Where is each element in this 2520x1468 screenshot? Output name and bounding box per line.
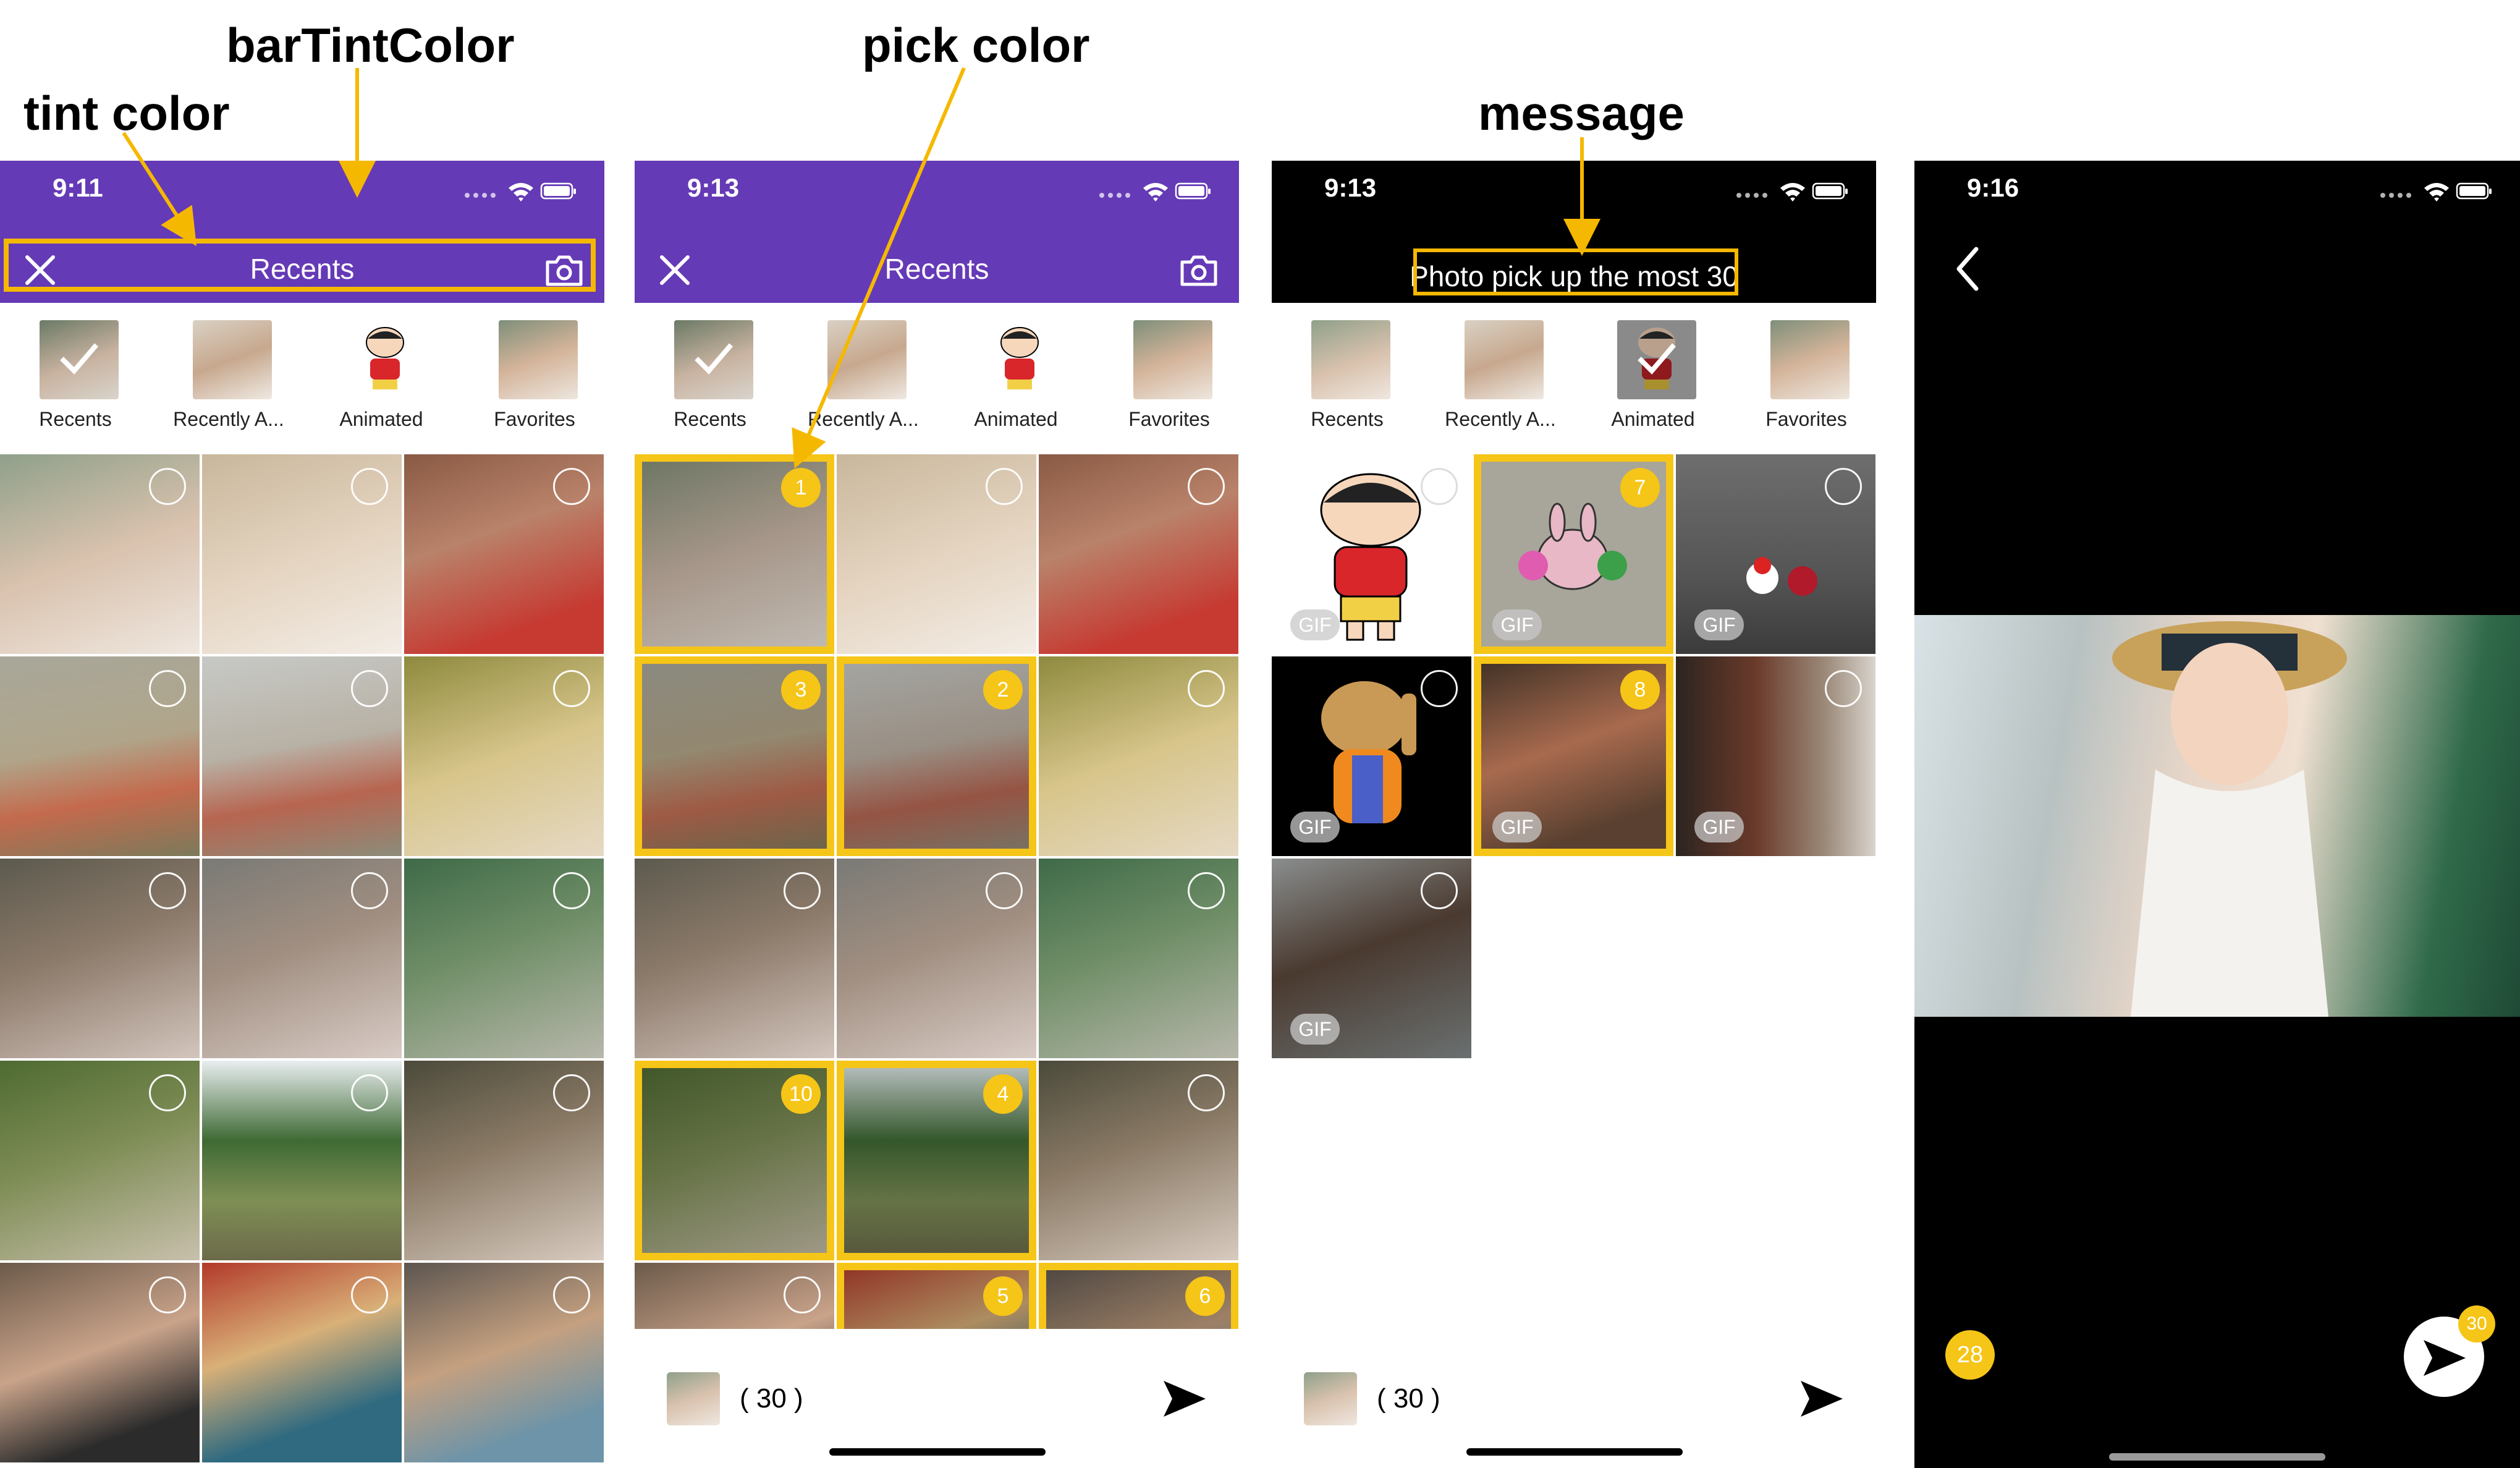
tint-highlight-box [4, 239, 596, 292]
annotation-overlay [4, 67, 1738, 469]
tint-arrow [122, 132, 197, 247]
message-highlight-box [1413, 248, 1738, 295]
pick-color-arrow [792, 67, 966, 469]
